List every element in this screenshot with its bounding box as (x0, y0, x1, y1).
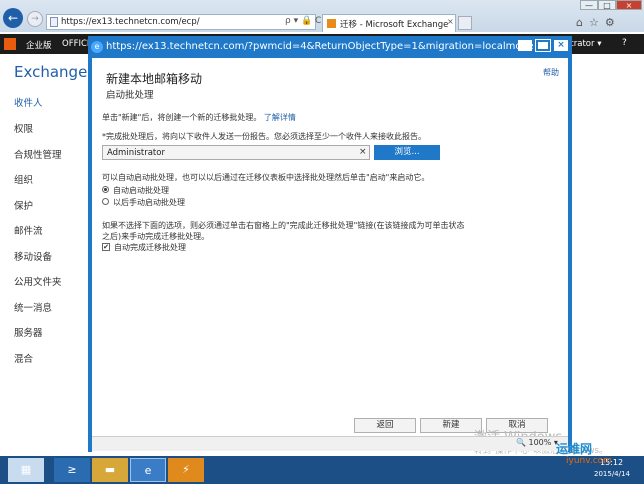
nav-hybrid[interactable]: 混合 (14, 351, 33, 365)
file-explorer-icon[interactable]: ▬ (92, 458, 128, 482)
internet-explorer-icon[interactable]: e (130, 458, 166, 482)
nav-compliance[interactable]: 合规性管理 (14, 147, 62, 161)
site-watermark-url: iyunv.com (566, 456, 612, 466)
minimize-button[interactable]: — (580, 0, 598, 10)
address-tools[interactable]: ρ ▾ 🔒 C (285, 16, 321, 26)
tab-title: 迁移 - Microsoft Exchange (340, 20, 449, 30)
report-recipient-label: *完成批处理后，将向以下收件人发送一份报告。您必须选择至少一个收件人来接收此报告… (102, 132, 426, 141)
nav-public-folders[interactable]: 公用文件夹 (14, 274, 62, 288)
recipient-value: Administrator (107, 148, 165, 158)
powershell-icon[interactable]: ≥ (54, 458, 90, 482)
nav-permissions[interactable]: 权限 (14, 121, 33, 135)
nav-protection[interactable]: 保护 (14, 198, 33, 212)
help-icon[interactable]: ? (622, 38, 627, 48)
radio-manual-start-label[interactable]: 以后手动启动批处理 (113, 197, 185, 208)
nav-recipients[interactable]: 收件人 (14, 95, 43, 109)
intro-sentence: 单击"新建"后，将创建一个新的迁移批处理。 (102, 113, 262, 122)
edition-label[interactable]: 企业版 (26, 39, 52, 51)
dialog-url: https://ex13.technetcn.com/?pwmcid=4&Ret… (106, 41, 534, 52)
dialog-close-button[interactable]: × (554, 40, 568, 51)
maximize-button[interactable]: □ (598, 0, 616, 10)
dialog-body: 帮助 新建本地邮箱移动 启动批处理 单击"新建"后，将创建一个新的迁移批处理。 … (92, 58, 607, 470)
server-manager-glyph: ▦ (20, 463, 32, 476)
back-button[interactable]: ← (3, 8, 23, 28)
dialog-status-bar: 🔍 100% ▾ (92, 436, 568, 451)
intro-text: 单击"新建"后，将创建一个新的迁移批处理。 了解详情 (102, 112, 296, 123)
browser-toolbar: ← → https://ex13.technetcn.com/ecp/ ρ ▾ … (0, 0, 644, 32)
new-tab-button[interactable] (458, 16, 472, 30)
recipient-field[interactable]: Administrator × (102, 145, 370, 160)
address-url: https://ex13.technetcn.com/ecp/ (61, 17, 200, 27)
nav-organization[interactable]: 组织 (14, 172, 33, 186)
auto-complete-checkbox[interactable]: ✔ (102, 243, 110, 251)
radio-auto-start[interactable] (102, 186, 109, 193)
zoom-control[interactable]: 🔍 100% ▾ (516, 438, 558, 447)
complete-description: 如果不选择下面的选项，则必须通过单击右窗格上的"完成此迁移批处理"链接(在该链接… (102, 221, 465, 230)
server-manager-icon[interactable]: ▦ (8, 458, 44, 482)
back-button[interactable]: 返回 (354, 418, 416, 433)
new-button[interactable]: 新建 (420, 418, 482, 433)
learn-more-link[interactable]: 了解详情 (264, 113, 296, 122)
help-link[interactable]: 帮助 (543, 67, 559, 78)
internet-explorer-glyph: e (144, 464, 152, 477)
powershell-glyph: ≥ (67, 463, 77, 476)
tab-close-icon[interactable]: × (447, 17, 454, 26)
exchange-tab-icon (327, 19, 336, 28)
internet-explorer-icon: e (91, 41, 103, 53)
site-watermark-logo: 运维网 (556, 442, 593, 456)
close-button[interactable]: × (616, 0, 642, 10)
nav-mail-flow[interactable]: 邮件流 (14, 223, 43, 237)
start-description: 可以自动启动批处理，也可以以后通过在迁移仪表板中选择批处理然后单击"启动"来启动… (102, 173, 430, 182)
radio-manual-start[interactable] (102, 198, 109, 205)
office-logo-icon (4, 38, 16, 50)
file-explorer-glyph: ▬ (104, 463, 116, 476)
complete-description-cont: 之后)来手动完成迁移批处理。 (102, 232, 210, 241)
clear-icon[interactable]: × (359, 147, 367, 157)
browse-button[interactable]: 浏览... (374, 145, 440, 160)
browser-tab[interactable]: 迁移 - Microsoft Exchange × (322, 14, 456, 32)
dialog-heading: 新建本地邮箱移动 (106, 72, 203, 86)
address-bar[interactable]: https://ex13.technetcn.com/ecp/ ρ ▾ 🔒 C (46, 14, 321, 30)
exchange-shell-icon[interactable]: ⚡ (168, 458, 204, 482)
migration-dialog: e https://ex13.technetcn.com/?pwmcid=4&R… (88, 36, 607, 470)
auto-complete-label[interactable]: 自动完成迁移批处理 (114, 242, 186, 253)
home-favorites-settings-icons[interactable]: ⌂☆⚙ (576, 16, 621, 29)
clock-date[interactable]: 2015/4/14 (594, 470, 630, 478)
dialog-minimize-button[interactable] (518, 40, 532, 51)
nav-mobile[interactable]: 移动设备 (14, 249, 52, 263)
forward-button[interactable]: → (27, 11, 43, 27)
dialog-subheading: 启动批处理 (106, 90, 154, 101)
exchange-shell-glyph: ⚡ (182, 463, 190, 476)
nav-unified-messaging[interactable]: 统一消息 (14, 300, 52, 314)
taskbar: ▦ ≥ ▬ e ⚡ 15:12 2015/4/14 (0, 456, 644, 484)
nav-servers[interactable]: 服务器 (14, 325, 43, 339)
page-icon (50, 17, 58, 27)
radio-auto-start-label[interactable]: 自动启动批处理 (113, 185, 169, 196)
dialog-maximize-button[interactable] (535, 39, 551, 52)
